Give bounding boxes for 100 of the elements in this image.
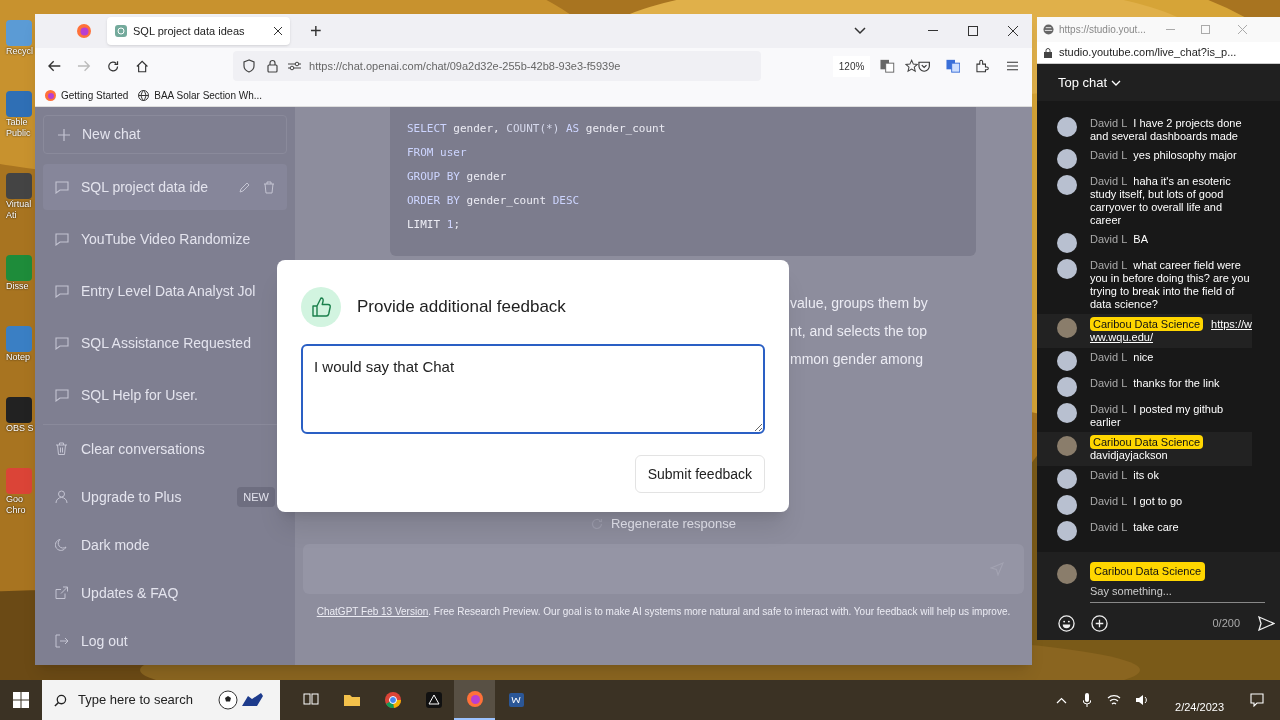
sidebar-menu-item[interactable]: Updates & FAQ bbox=[43, 569, 287, 617]
logout-icon bbox=[55, 634, 69, 648]
chevron-down-icon bbox=[1111, 79, 1122, 86]
code-line: FROM user bbox=[407, 145, 468, 161]
chat-message: David L what career field were you in before doing this? are you trying to break into the field of data science? bbox=[1090, 259, 1251, 311]
microphone-icon[interactable] bbox=[1083, 693, 1092, 707]
chat-message: David L haha it's an esoteric study itself, but lots of good carryover to overall life and career bbox=[1090, 175, 1232, 227]
lock-icon bbox=[1044, 47, 1052, 58]
shield-icon[interactable] bbox=[243, 59, 256, 73]
firefox-icon[interactable] bbox=[77, 24, 91, 38]
avatar bbox=[1057, 436, 1077, 456]
avatar bbox=[1057, 521, 1077, 541]
regenerate-button[interactable]: Regenerate response bbox=[581, 512, 746, 536]
answer-text: value, groups them by bbox=[790, 296, 929, 311]
back-icon[interactable] bbox=[48, 60, 62, 72]
sidebar-menu-item[interactable]: Log out bbox=[43, 617, 287, 665]
code-line: GROUP BY gender bbox=[407, 169, 508, 185]
new-chat-button[interactable]: New chat bbox=[43, 115, 287, 154]
star-icon[interactable] bbox=[904, 59, 918, 73]
search-input[interactable]: Type here to search bbox=[78, 690, 218, 710]
thumbs-up-icon bbox=[301, 287, 341, 327]
avatar bbox=[1057, 564, 1077, 584]
menu-icon[interactable] bbox=[1006, 61, 1018, 71]
taskbar-search-field[interactable]: Type here to search bbox=[42, 680, 280, 720]
address-bar[interactable]: https://chat.openai.com/chat/09a2d32e-255b-42b8-93e3-f5939e bbox=[233, 51, 761, 81]
chat-bubble-icon bbox=[55, 232, 69, 246]
trash-icon bbox=[55, 442, 69, 456]
chat-input[interactable]: Say something... bbox=[1090, 582, 1265, 603]
code-line: LIMIT 1; bbox=[407, 217, 461, 233]
globe-icon bbox=[1043, 24, 1054, 35]
desktop-icon-label: Recycl bbox=[6, 46, 33, 57]
chat-message: David L thanks for the link bbox=[1090, 377, 1221, 391]
chat-message: David L take care bbox=[1090, 521, 1180, 535]
user-icon bbox=[55, 490, 69, 504]
chat-message: David L yes philosophy major bbox=[1090, 149, 1238, 163]
speaker-icon[interactable] bbox=[1135, 694, 1150, 706]
avatar bbox=[1057, 318, 1077, 338]
sidebar-menu-item[interactable]: Dark mode bbox=[43, 521, 287, 569]
refresh-icon bbox=[591, 517, 603, 530]
url-text: studio.youtube.com/live_chat?is_p... bbox=[1059, 45, 1237, 61]
globe-icon bbox=[138, 89, 150, 101]
translate-icon[interactable] bbox=[946, 59, 961, 73]
emoji-icon[interactable] bbox=[1058, 615, 1075, 632]
chat-message: David L nice bbox=[1090, 351, 1155, 365]
close-icon[interactable] bbox=[1008, 26, 1018, 36]
code-line: ORDER BY gender_count DESC bbox=[407, 193, 581, 209]
soccer-ball-icon bbox=[218, 690, 238, 710]
avatar bbox=[1057, 117, 1077, 137]
zoom-level[interactable]: 120% bbox=[832, 55, 871, 77]
minimize-icon[interactable] bbox=[928, 30, 938, 32]
avatar bbox=[1057, 495, 1077, 515]
message-input[interactable] bbox=[303, 543, 1024, 594]
chat-message: David L I got to go bbox=[1090, 495, 1184, 509]
feedback-textarea[interactable]: I would say that Chat bbox=[301, 344, 765, 434]
bookmark[interactable]: Getting Started bbox=[45, 87, 129, 103]
desktop-icon-label: Public bbox=[6, 128, 31, 139]
external-link-icon bbox=[55, 586, 69, 600]
avatar bbox=[1057, 233, 1077, 253]
top-chat-dropdown[interactable]: Top chat bbox=[1058, 72, 1122, 93]
bookmark[interactable]: BAA Solar Section Wh... bbox=[138, 87, 263, 103]
maximize-icon[interactable] bbox=[968, 26, 978, 36]
add-icon[interactable] bbox=[1091, 615, 1108, 632]
wifi-icon[interactable] bbox=[1107, 694, 1122, 706]
chevron-up-icon[interactable] bbox=[1056, 696, 1068, 704]
chat-message: David L I have 2 projects done and several dashboards made bbox=[1090, 117, 1243, 143]
conversation-item[interactable]: YouTube Video Randomize bbox=[43, 216, 287, 262]
new-tab-button[interactable]: + bbox=[310, 21, 322, 41]
chat-message: Caribou Data Science davidjayjackson bbox=[1090, 436, 1252, 462]
plus-icon bbox=[58, 128, 70, 141]
notification-icon[interactable] bbox=[1250, 693, 1264, 707]
footer-text: ChatGPT Feb 13 Version. Free Research Preview. Our goal is to make AI systems more natural and safe to interact with. Your feedback will help us improve. bbox=[315, 604, 1012, 619]
desktop-icon-label: OBS S bbox=[6, 423, 34, 434]
avatar bbox=[1057, 403, 1077, 423]
dialog-title: Provide additional feedback bbox=[357, 296, 566, 319]
chat-bubble-icon bbox=[55, 180, 69, 194]
answer-text: mmon gender among bbox=[790, 352, 925, 367]
puzzle-icon[interactable] bbox=[976, 59, 989, 73]
taskbar-button[interactable] bbox=[454, 680, 495, 720]
browser-tab[interactable]: SQL project data ideas bbox=[107, 17, 290, 45]
chat-message: David L BA bbox=[1090, 233, 1149, 247]
character-counter: 0/200 bbox=[1212, 616, 1240, 632]
close-icon[interactable] bbox=[274, 27, 282, 35]
chat-bubble-icon bbox=[55, 284, 69, 298]
windows-start-icon[interactable] bbox=[13, 692, 29, 708]
sliders-icon[interactable] bbox=[288, 61, 302, 71]
pocket-icon[interactable] bbox=[917, 60, 931, 72]
chat-message: Caribou Data Science https://www.wqu.edu/ bbox=[1090, 318, 1252, 344]
translate-icon[interactable] bbox=[880, 59, 895, 73]
avatar bbox=[1057, 149, 1077, 169]
chat-bubble-icon bbox=[55, 336, 69, 350]
taskbar-date[interactable]: 2/24/2023 bbox=[1175, 698, 1224, 716]
reload-icon[interactable] bbox=[106, 59, 119, 73]
submit-feedback-button[interactable]: Submit feedback bbox=[634, 455, 765, 493]
search-icon bbox=[54, 693, 67, 707]
avatar bbox=[1057, 469, 1077, 489]
url-text: https://chat.openai.com/chat/09a2d32e-255b-42b8-93e3-f5939e bbox=[309, 58, 621, 74]
home-icon[interactable] bbox=[135, 59, 149, 73]
avatar bbox=[1057, 377, 1077, 397]
chevron-down-icon[interactable] bbox=[854, 27, 866, 35]
lock-icon[interactable] bbox=[267, 59, 279, 73]
